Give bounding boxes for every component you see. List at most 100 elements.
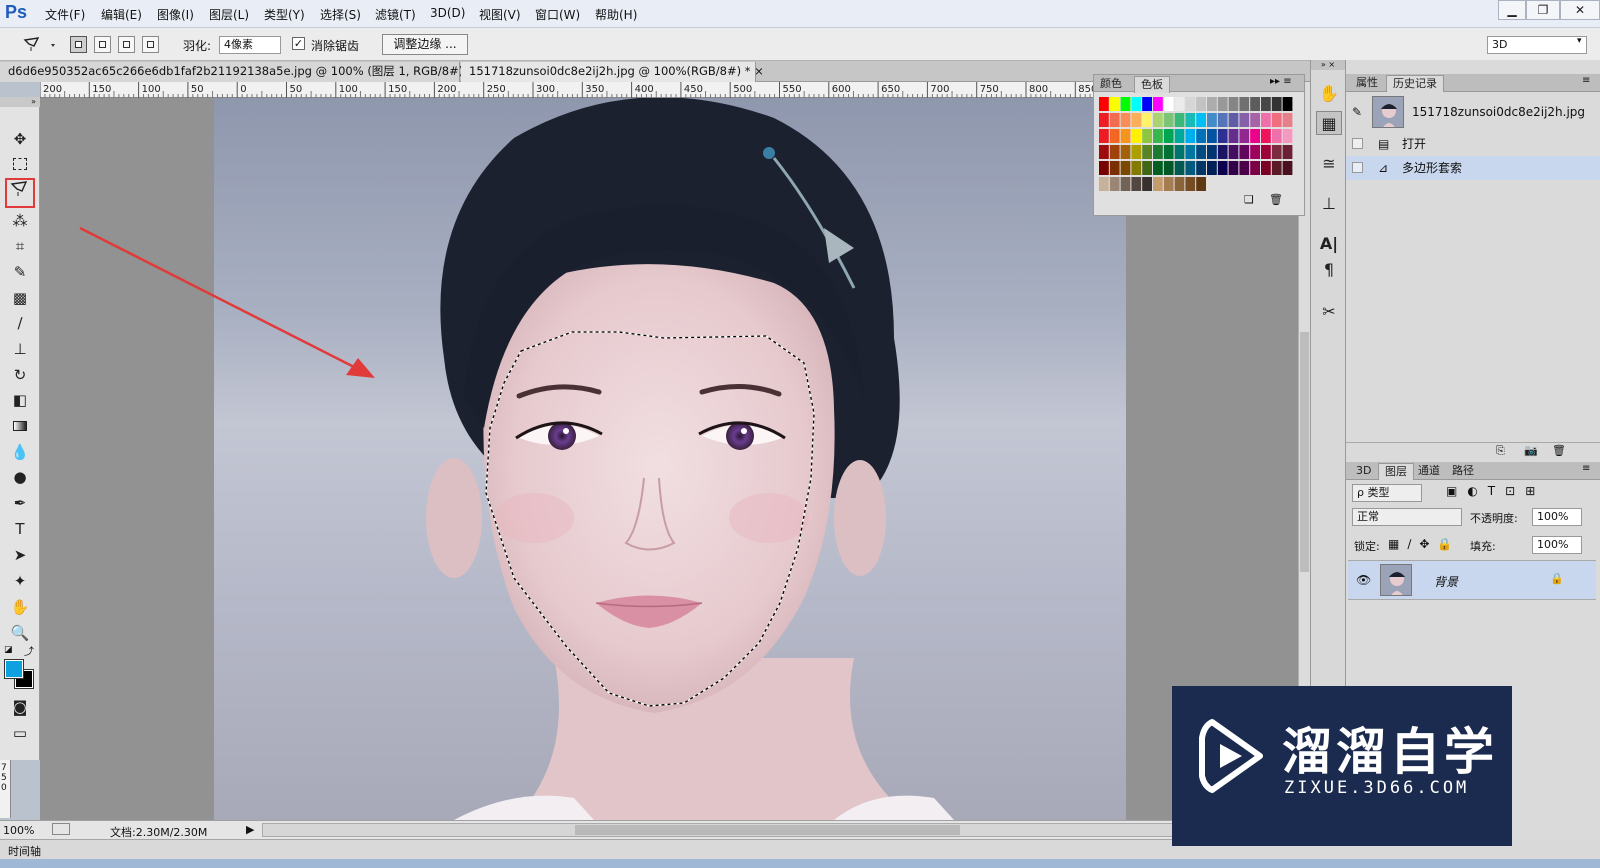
blur-tool-icon[interactable]: 💧 bbox=[7, 440, 33, 464]
history-state-checkbox[interactable] bbox=[1352, 162, 1363, 173]
fill-input[interactable]: 100% bbox=[1532, 536, 1582, 554]
swatch[interactable] bbox=[1271, 129, 1282, 143]
swatch[interactable] bbox=[1174, 129, 1185, 143]
layer-filter-icons[interactable]: ▣◐T⊡⊞ bbox=[1446, 484, 1545, 498]
swatch[interactable] bbox=[1142, 161, 1152, 175]
swatch[interactable] bbox=[1239, 161, 1250, 175]
swatch[interactable] bbox=[1120, 145, 1131, 159]
swatch[interactable] bbox=[1153, 113, 1163, 127]
history-snapshot[interactable]: ✎ 151718zunsoi0dc8e2ij2h.jpg bbox=[1346, 94, 1600, 130]
swatch[interactable] bbox=[1174, 145, 1185, 159]
swatch[interactable] bbox=[1207, 113, 1217, 127]
history-step[interactable]: ▤ 打开 bbox=[1346, 132, 1600, 156]
swatch[interactable] bbox=[1282, 161, 1293, 175]
swatch[interactable] bbox=[1174, 113, 1185, 127]
tab-layers[interactable]: 图层 bbox=[1378, 463, 1414, 480]
panel-menu-icon[interactable]: ≡ bbox=[1582, 75, 1590, 86]
swatch[interactable] bbox=[1196, 97, 1206, 111]
tool-presets-panel-icon[interactable]: ✂ bbox=[1316, 300, 1342, 324]
quick-mask-icon[interactable]: ◙ bbox=[7, 695, 33, 719]
swatch[interactable] bbox=[1196, 145, 1206, 159]
swatch-grid[interactable] bbox=[1099, 97, 1294, 193]
swatch[interactable] bbox=[1207, 129, 1217, 143]
trash-icon[interactable]: 🗑 bbox=[1552, 444, 1566, 457]
swatch[interactable] bbox=[1185, 97, 1196, 111]
zoom-tool-icon[interactable]: 🔍 bbox=[7, 621, 33, 645]
menu-edit[interactable]: 编辑(E) bbox=[101, 6, 142, 23]
swatch[interactable] bbox=[1120, 129, 1131, 143]
swatch[interactable] bbox=[1261, 129, 1271, 143]
healing-brush-tool-icon[interactable]: ▩ bbox=[7, 286, 33, 310]
swatch[interactable] bbox=[1282, 129, 1293, 143]
swatch[interactable] bbox=[1207, 145, 1217, 159]
paragraph-panel-icon[interactable]: ¶ bbox=[1316, 258, 1342, 282]
swatch[interactable] bbox=[1163, 129, 1174, 143]
grid-panel-icon[interactable]: ▦ bbox=[1316, 111, 1342, 135]
swatch[interactable] bbox=[1250, 161, 1260, 175]
move-tool-icon[interactable]: ✥ bbox=[7, 127, 33, 151]
tab-3d[interactable]: 3D bbox=[1350, 463, 1377, 480]
proof-icon[interactable] bbox=[52, 823, 70, 835]
restore-button[interactable]: ❐ bbox=[1526, 0, 1560, 20]
swatch[interactable] bbox=[1239, 97, 1250, 111]
menu-view[interactable]: 视图(V) bbox=[479, 6, 521, 23]
panel-menu-icon[interactable]: ▸▸ ≡ bbox=[1270, 76, 1292, 87]
swatch[interactable] bbox=[1109, 177, 1120, 191]
swatch[interactable] bbox=[1228, 113, 1239, 127]
swatch[interactable] bbox=[1207, 161, 1217, 175]
swatch[interactable] bbox=[1142, 145, 1152, 159]
tab-channels[interactable]: 通道 bbox=[1412, 463, 1446, 480]
tab-history[interactable]: 历史记录 bbox=[1386, 75, 1444, 92]
close-window-button[interactable]: ✕ bbox=[1560, 0, 1600, 20]
workspace-select[interactable]: 3D bbox=[1487, 36, 1587, 54]
swatch[interactable] bbox=[1196, 161, 1206, 175]
swatch[interactable] bbox=[1217, 161, 1228, 175]
menu-3d[interactable]: 3D(D) bbox=[430, 6, 465, 20]
swatch[interactable] bbox=[1228, 97, 1239, 111]
swatch[interactable] bbox=[1271, 161, 1282, 175]
swatch[interactable] bbox=[1131, 177, 1142, 191]
history-step-active[interactable]: ⊿ 多边形套索 bbox=[1346, 156, 1600, 180]
swatch[interactable] bbox=[1185, 113, 1196, 127]
intersect-selection-button[interactable] bbox=[142, 36, 159, 53]
swatch[interactable] bbox=[1271, 97, 1282, 111]
swatch[interactable] bbox=[1239, 145, 1250, 159]
polygonal-lasso-tool-icon[interactable] bbox=[5, 178, 35, 208]
panel-menu-icon[interactable]: ≡ bbox=[1582, 463, 1590, 474]
close-icon[interactable]: × bbox=[754, 64, 764, 78]
tab-document-2[interactable]: 151718zunsoi0dc8e2ij2h.jpg @ 100%(RGB/8#… bbox=[461, 62, 764, 82]
scroll-thumb[interactable] bbox=[1300, 332, 1309, 572]
swatch[interactable] bbox=[1261, 97, 1271, 111]
swatch[interactable] bbox=[1239, 129, 1250, 143]
swatch[interactable] bbox=[1131, 129, 1142, 143]
swatch[interactable] bbox=[1228, 145, 1239, 159]
swap-colors-icon[interactable]: ⤴ bbox=[24, 643, 34, 658]
swatch[interactable] bbox=[1282, 97, 1293, 111]
clone-source-panel-icon[interactable]: ⊥ bbox=[1316, 192, 1342, 216]
trash-icon[interactable]: 🗑 bbox=[1269, 193, 1283, 206]
history-state-checkbox[interactable] bbox=[1352, 138, 1363, 149]
swatch[interactable] bbox=[1142, 113, 1152, 127]
new-swatch-icon[interactable]: ❏ bbox=[1244, 193, 1254, 206]
swatch[interactable] bbox=[1261, 113, 1271, 127]
swatch[interactable] bbox=[1217, 113, 1228, 127]
swatch[interactable] bbox=[1239, 113, 1250, 127]
swatch[interactable] bbox=[1153, 161, 1163, 175]
magic-wand-tool-icon[interactable]: ⁂ bbox=[7, 209, 33, 233]
tab-paths[interactable]: 路径 bbox=[1446, 463, 1480, 480]
swatch[interactable] bbox=[1185, 129, 1196, 143]
swatch[interactable] bbox=[1174, 161, 1185, 175]
swatch[interactable] bbox=[1153, 177, 1163, 191]
swatch[interactable] bbox=[1250, 129, 1260, 143]
swatch[interactable] bbox=[1271, 113, 1282, 127]
swatch[interactable] bbox=[1120, 113, 1131, 127]
zoom-level[interactable]: 100% bbox=[3, 824, 34, 837]
swatch[interactable] bbox=[1207, 97, 1217, 111]
menu-filter[interactable]: 滤镜(T) bbox=[375, 6, 416, 23]
horizontal-scrollbar[interactable] bbox=[262, 823, 1298, 837]
swatch[interactable] bbox=[1163, 97, 1174, 111]
lock-icons[interactable]: ▦∕✥🔒 bbox=[1388, 537, 1460, 551]
swatch[interactable] bbox=[1185, 145, 1196, 159]
swatch[interactable] bbox=[1099, 113, 1109, 127]
swatch[interactable] bbox=[1196, 113, 1206, 127]
